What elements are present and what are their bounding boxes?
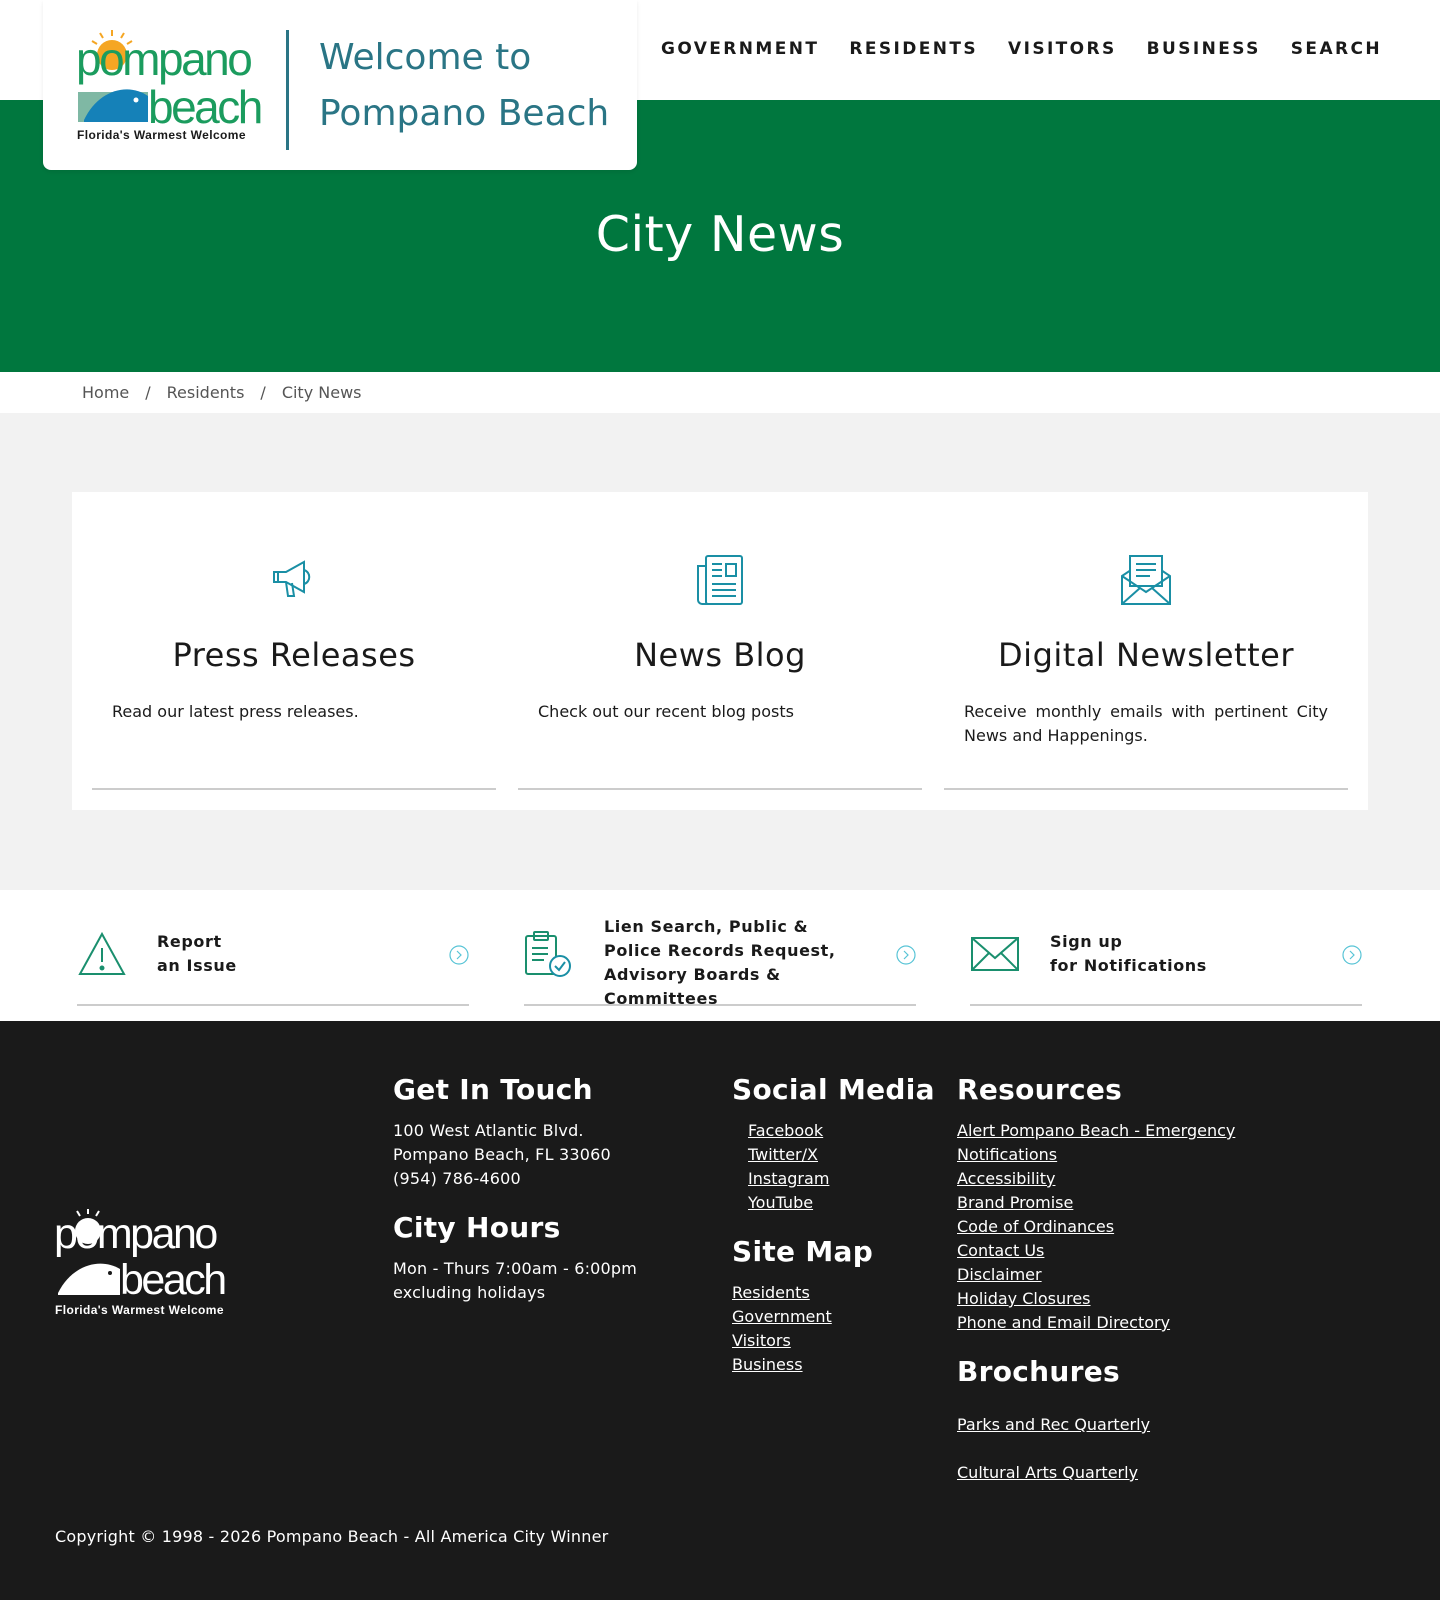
- logo-word-pompano: pompano: [76, 33, 253, 85]
- nav-search[interactable]: SEARCH: [1291, 39, 1382, 59]
- copyright: Copyright © 1998 - 2026 Pompano Beach - …: [55, 1527, 609, 1546]
- footer-link-contact-us[interactable]: Contact Us: [957, 1241, 1044, 1260]
- breadcrumb: Home / Residents / City News: [82, 383, 362, 402]
- megaphone-icon: [273, 560, 311, 597]
- footer-heading-site-map: Site Map: [732, 1235, 874, 1268]
- warning-icon: [78, 931, 126, 975]
- quick-link-label: Lien Search, Public & Police Records Req…: [604, 917, 836, 1008]
- card-digital-newsletter[interactable]: Digital Newsletter Receive monthly email…: [944, 492, 1348, 790]
- clipboard-check-icon: [525, 931, 571, 977]
- footer-link-residents[interactable]: Residents: [732, 1283, 810, 1302]
- welcome-line-1: Welcome to: [319, 37, 532, 78]
- footer-hours: Mon - Thurs 7:00am - 6:00pm excluding ho…: [393, 1257, 637, 1305]
- quick-link-label: Report an Issue: [157, 932, 237, 975]
- logo-tagline: Florida's Warmest Welcome: [55, 1303, 224, 1317]
- footer-link-parks-rec[interactable]: Parks and Rec Quarterly: [957, 1415, 1150, 1434]
- footer-link-youtube[interactable]: YouTube: [748, 1193, 813, 1212]
- quick-link-label: Sign up for Notifications: [1050, 932, 1207, 975]
- card-press-releases[interactable]: Press Releases Read our latest press rel…: [92, 492, 496, 790]
- nav-residents[interactable]: RESIDENTS: [849, 39, 978, 59]
- footer-link-brand-promise[interactable]: Brand Promise: [957, 1193, 1073, 1212]
- footer-sitemap-links: Residents Government Visitors Business: [732, 1281, 832, 1377]
- newspaper-icon: [697, 555, 743, 605]
- footer-link-twitter[interactable]: Twitter/X: [748, 1145, 818, 1164]
- card-description: Read our latest press releases.: [112, 702, 359, 721]
- logo-word-beach: beach: [120, 1256, 227, 1304]
- footer-link-disclaimer[interactable]: Disclaimer: [957, 1265, 1042, 1284]
- card-title: Press Releases: [172, 636, 416, 674]
- footer-link-alert[interactable]: Alert Pompano Beach - Emergency Notifica…: [957, 1121, 1235, 1164]
- footer-heading-city-hours: City Hours: [393, 1211, 561, 1244]
- welcome-heading: Welcome to Pompano Beach: [319, 30, 629, 142]
- footer-logo[interactable]: pompano beach Florida's Warmest Welcome: [54, 1209, 227, 1317]
- breadcrumb-separator: /: [260, 383, 266, 402]
- main-nav: GOVERNMENT RESIDENTS VISITORS BUSINESS S…: [661, 39, 1382, 59]
- nav-business[interactable]: BUSINESS: [1147, 39, 1261, 59]
- footer-contact-info: 100 West Atlantic Blvd. Pompano Beach, F…: [393, 1119, 611, 1191]
- footer-heading-resources: Resources: [957, 1073, 1123, 1106]
- envelope-letter-icon: [1121, 555, 1171, 605]
- card-title: Digital Newsletter: [998, 636, 1294, 674]
- chevron-right-circle-icon: [449, 945, 469, 965]
- chevron-right-circle-icon: [896, 945, 916, 965]
- quick-link-records-request[interactable]: Lien Search, Public & Police Records Req…: [524, 910, 916, 1008]
- footer-link-business[interactable]: Business: [732, 1355, 803, 1374]
- logo-word-beach: beach: [148, 81, 263, 133]
- footer-link-government[interactable]: Government: [732, 1307, 832, 1326]
- brand-card: pompano beach Florida's Warmest Welcome …: [43, 0, 637, 170]
- card-title: News Blog: [634, 636, 806, 674]
- footer-link-visitors[interactable]: Visitors: [732, 1331, 791, 1350]
- footer-link-holiday-closures[interactable]: Holiday Closures: [957, 1289, 1091, 1308]
- site-logo[interactable]: pompano beach Florida's Warmest Welcome: [76, 30, 263, 142]
- welcome-line-2: Pompano Beach: [319, 93, 610, 134]
- nav-government[interactable]: GOVERNMENT: [661, 39, 819, 59]
- card-news-blog[interactable]: News Blog Check out our recent blog post…: [518, 492, 922, 790]
- footer-link-accessibility[interactable]: Accessibility: [957, 1169, 1055, 1188]
- footer-link-directory[interactable]: Phone and Email Directory: [957, 1313, 1170, 1332]
- footer-heading-social-media: Social Media: [732, 1073, 935, 1106]
- breadcrumb-current: City News: [281, 383, 362, 402]
- footer-hours-note: excluding holidays: [393, 1283, 546, 1302]
- footer-heading-brochures: Brochures: [957, 1355, 1121, 1388]
- footer-heading-get-in-touch: Get In Touch: [393, 1073, 593, 1106]
- footer-address-line-1: 100 West Atlantic Blvd.: [393, 1121, 584, 1140]
- mail-icon: [971, 937, 1019, 971]
- nav-visitors[interactable]: VISITORS: [1008, 39, 1117, 59]
- footer-address-line-2: Pompano Beach, FL 33060: [393, 1145, 611, 1164]
- news-cards: Press Releases Read our latest press rel…: [72, 492, 1368, 810]
- quick-link-report-issue[interactable]: Report an Issue: [77, 910, 469, 1006]
- quick-link-notifications[interactable]: Sign up for Notifications: [970, 910, 1362, 1006]
- breadcrumb-residents[interactable]: Residents: [167, 383, 245, 402]
- card-description: Receive monthly emails with pertinent Ci…: [964, 702, 1328, 745]
- footer-link-cultural-arts[interactable]: Cultural Arts Quarterly: [957, 1463, 1138, 1482]
- breadcrumb-separator: /: [145, 383, 151, 402]
- footer-link-facebook[interactable]: Facebook: [748, 1121, 823, 1140]
- chevron-right-circle-icon: [1342, 945, 1362, 965]
- card-description: Check out our recent blog posts: [538, 702, 794, 721]
- footer-link-instagram[interactable]: Instagram: [748, 1169, 829, 1188]
- page-title: City News: [595, 206, 845, 263]
- footer-hours-line: Mon - Thurs 7:00am - 6:00pm: [393, 1259, 638, 1278]
- brand-divider: [286, 30, 289, 150]
- logo-word-pompano: pompano: [54, 1210, 218, 1258]
- footer-phone: (954) 786-4600: [393, 1169, 521, 1188]
- footer-social-links: Facebook Twitter/X Instagram YouTube: [748, 1119, 829, 1215]
- footer-resources-links: Alert Pompano Beach - Emergency Notifica…: [957, 1119, 1257, 1335]
- footer-brochure-links: Parks and Rec Quarterly Cultural Arts Qu…: [957, 1401, 1150, 1497]
- footer-link-code-of-ordinances[interactable]: Code of Ordinances: [957, 1217, 1114, 1236]
- breadcrumb-home[interactable]: Home: [82, 383, 129, 402]
- logo-tagline: Florida's Warmest Welcome: [77, 128, 246, 142]
- site-footer: pompano beach Florida's Warmest Welcome …: [0, 1021, 1440, 1600]
